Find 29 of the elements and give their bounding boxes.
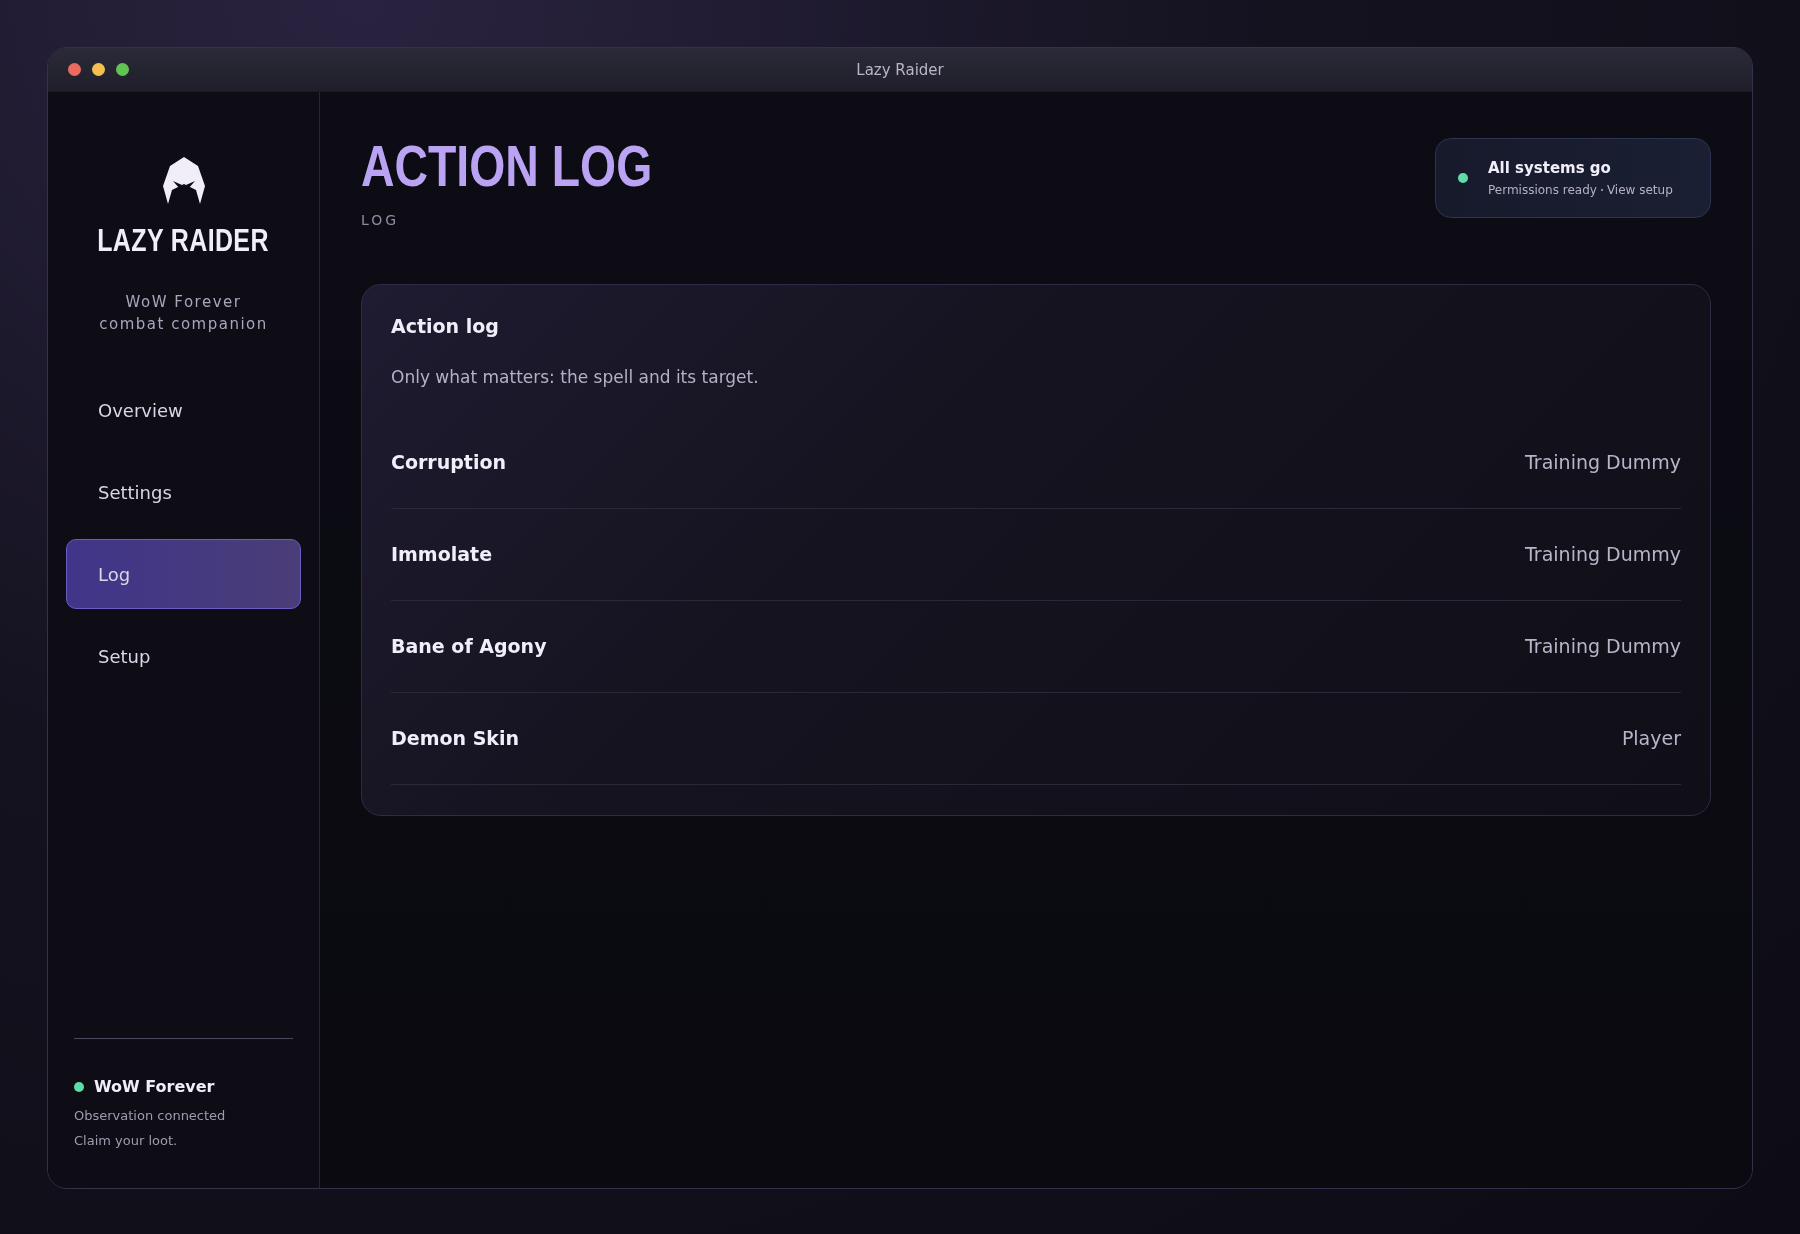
- card-description: Only what matters: the spell and its target.: [391, 366, 760, 387]
- footer-note: Claim your loot.: [74, 1133, 179, 1148]
- nav-item[interactable]: Settings: [66, 457, 301, 527]
- target-name: Training Dummy: [1525, 635, 1681, 658]
- target-name: Player: [1621, 727, 1681, 750]
- tagline: combat companion: [99, 315, 268, 333]
- minimize-button[interactable]: [92, 63, 105, 76]
- tagline: WoW Forever: [125, 293, 242, 311]
- page-subtitle: LOG: [361, 211, 401, 228]
- nav-item[interactable]: Overview: [66, 375, 301, 445]
- spell-name: Corruption: [391, 451, 507, 474]
- setup-link[interactable]: View setup: [1606, 183, 1673, 197]
- close-button[interactable]: [68, 63, 81, 76]
- zoom-button[interactable]: [116, 63, 129, 76]
- status-detail: Permissions ready: [1488, 183, 1597, 197]
- nav-item[interactable]: Setup: [66, 621, 301, 691]
- page-title: ACTION LOG: [361, 134, 653, 198]
- nav-item[interactable]: Log: [66, 539, 301, 609]
- spell-name: Demon Skin: [391, 727, 519, 750]
- window-title: Lazy Raider: [856, 60, 944, 79]
- target-name: Training Dummy: [1525, 543, 1681, 566]
- brand-name: LAZY RAIDER: [97, 222, 270, 259]
- spell-name: Immolate: [391, 543, 493, 566]
- target-name: Training Dummy: [1525, 451, 1681, 474]
- game-name: WoW Forever: [94, 1077, 215, 1096]
- spell-name: Bane of Agony: [391, 635, 547, 658]
- connection-status: Observation connected: [74, 1108, 227, 1123]
- card-title: Action log: [391, 314, 500, 337]
- status-title: All systems go: [1488, 159, 1612, 177]
